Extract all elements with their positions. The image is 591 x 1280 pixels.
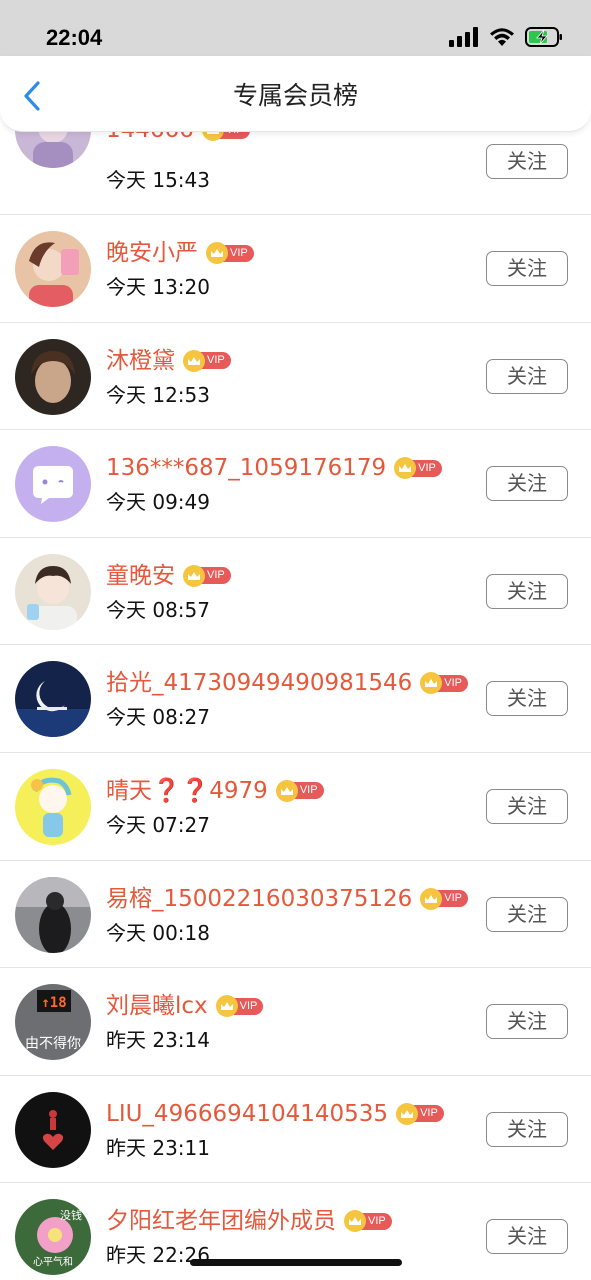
follow-button[interactable]: 关注 — [486, 144, 568, 179]
nav-bar: 专属会员榜 — [0, 56, 591, 132]
vip-badge: VIP — [215, 995, 264, 1018]
member-row[interactable]: 拾光_41730949490981546 VIP 今天 08:27 关注 — [0, 645, 591, 753]
member-name: 晴天❓❓4979 — [106, 777, 268, 804]
follow-button[interactable]: 关注 — [486, 896, 568, 932]
member-name: 沐橙黛 — [106, 347, 175, 374]
member-time: 今天 00:18 — [106, 920, 210, 945]
member-name: 拾光_41730949490981546 — [106, 670, 413, 697]
member-time: 今天 13:20 — [106, 275, 210, 299]
member-name: 易榕_15002216030375126 — [106, 885, 413, 912]
avatar[interactable] — [15, 768, 91, 845]
member-name: LIU_4966694104140535 — [106, 1100, 389, 1127]
member-row[interactable]: 童晚安 VIP 今天 08:57 关注 — [0, 537, 591, 646]
follow-button[interactable]: 关注 — [486, 573, 568, 609]
follow-button[interactable]: 关注 — [486, 466, 568, 502]
wifi-icon — [490, 28, 514, 46]
avatar[interactable] — [15, 231, 91, 307]
crown-icon — [183, 564, 205, 587]
avatar[interactable] — [15, 446, 91, 523]
member-row[interactable]: 晴天❓❓4979 VIP 今天 07:27 关注 — [0, 752, 591, 861]
vip-badge: VIP — [394, 457, 442, 480]
vip-badge: VIP — [275, 779, 324, 802]
member-name: 136***687_1059176179 — [106, 455, 387, 482]
member-name: 童晚安 — [106, 562, 175, 589]
follow-button[interactable]: 关注 — [486, 358, 568, 394]
vip-badge: VIP — [396, 1102, 444, 1125]
avatar[interactable]: ↑18 由不得你 — [15, 984, 91, 1061]
avatar[interactable] — [15, 338, 91, 415]
svg-text:↑18: ↑18 — [41, 995, 66, 1011]
member-time: 昨天 23:11 — [106, 1135, 210, 1160]
page-title: 专属会员榜 — [232, 81, 358, 110]
member-time: 今天 08:27 — [106, 705, 210, 730]
svg-text:心平气和: 心平气和 — [33, 1255, 73, 1268]
vip-badge: VIP — [344, 1210, 392, 1233]
member-time: 今天 08:57 — [106, 597, 210, 622]
vip-badge: VIP — [183, 564, 231, 587]
crown-icon — [215, 995, 238, 1018]
svg-text:没钱: 没钱 — [60, 1208, 82, 1222]
svg-text:由不得你: 由不得你 — [25, 1035, 81, 1052]
vip-badge: VIP — [183, 349, 231, 372]
follow-button[interactable]: 关注 — [486, 1111, 568, 1147]
member-time: 今天 15:43 — [106, 168, 210, 192]
member-name: 晚安小严 — [106, 240, 198, 266]
member-name: 刘晨曦lcx — [106, 993, 208, 1020]
follow-button[interactable]: 关注 — [486, 1004, 568, 1040]
member-row[interactable]: 易榕_15002216030375126 VIP 今天 00:18 关注 — [0, 860, 591, 969]
member-time: 今天 07:27 — [106, 812, 210, 837]
member-time: 今天 09:49 — [106, 490, 210, 515]
follow-button[interactable]: 关注 — [486, 1219, 568, 1255]
avatar[interactable] — [15, 876, 91, 953]
member-name: 夕阳红老年团编外成员 — [106, 1208, 336, 1235]
avatar[interactable] — [15, 1091, 91, 1168]
member-row[interactable]: 晚安小严 VIP 今天 13:20 关注 — [0, 215, 591, 323]
status-icons — [449, 26, 563, 48]
avatar[interactable]: 没钱 心平气和 — [15, 1199, 91, 1276]
follow-button[interactable]: 关注 — [486, 251, 568, 286]
member-row[interactable]: 沐橙黛 VIP 今天 12:53 关注 — [0, 322, 591, 431]
follow-button[interactable]: 关注 — [486, 681, 568, 717]
status-bar: 22:04 — [0, 0, 591, 56]
member-list: 144666 VIP 今天 15:43 关注 晚安小严 VIP — [0, 92, 591, 1280]
battery-icon — [525, 27, 562, 47]
signal-icon — [449, 27, 478, 47]
avatar[interactable] — [15, 553, 91, 630]
member-time: 昨天 23:14 — [106, 1028, 210, 1053]
home-indicator — [190, 1259, 402, 1266]
member-time: 今天 12:53 — [106, 382, 210, 407]
member-row[interactable]: 136***687_1059176179 VIP 今天 09:49 关注 — [0, 430, 591, 538]
crown-icon — [420, 887, 443, 910]
crown-icon — [183, 349, 205, 372]
vip-badge: VIP — [420, 887, 469, 910]
avatar[interactable] — [15, 661, 91, 738]
status-time: 22:04 — [46, 25, 103, 50]
crown-icon — [396, 1102, 419, 1125]
member-row[interactable]: ↑18 由不得你 刘晨曦lcx VIP 昨天 23:14 关注 — [0, 968, 591, 1076]
crown-icon — [275, 779, 298, 802]
member-row[interactable]: LIU_4966694104140535 VIP 昨天 23:11 关注 — [0, 1075, 591, 1184]
vip-badge: VIP — [206, 242, 254, 264]
vip-badge: VIP — [420, 672, 469, 695]
crown-icon — [206, 242, 228, 264]
follow-button[interactable]: 关注 — [486, 788, 568, 824]
